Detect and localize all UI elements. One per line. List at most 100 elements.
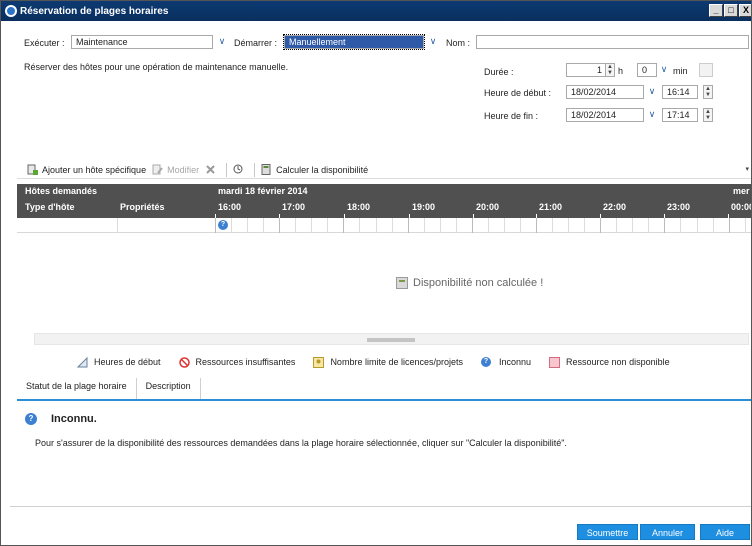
calculate-availability-button[interactable]: Calculer la disponibilité [261, 164, 368, 175]
left-margin [1, 21, 9, 545]
timeslot-divider [697, 218, 698, 233]
legend-unavailable: Ressource non disponible [549, 356, 670, 368]
timeslot-divider [504, 218, 505, 233]
timeslot-divider [311, 218, 312, 233]
hour-divider [279, 218, 280, 233]
hour-divider [729, 218, 730, 233]
toolbar-overflow-icon[interactable]: ▾ [745, 165, 749, 173]
operation-description: Réserver des hôtes pour une opération de… [24, 62, 289, 72]
fin-label: Heure de fin : [484, 111, 539, 121]
edit-icon [152, 164, 163, 175]
timeslot-divider [713, 218, 714, 233]
timeslot-divider [295, 218, 296, 233]
timeslot-divider [632, 218, 633, 233]
unknown-icon: ? [481, 357, 491, 367]
hour-label: 23:00 [667, 202, 691, 212]
demarrer-select[interactable]: Manuellement [283, 34, 425, 50]
unavailable-icon [549, 356, 561, 368]
window-controls: _ □ X [709, 4, 751, 17]
cancel-button[interactable]: Annuler [640, 524, 695, 540]
minutes-unit: min [673, 66, 688, 76]
timeslot-divider [376, 218, 377, 233]
toolbar-separator [226, 162, 228, 177]
grid-header-top: Hôtes demandés mardi 18 février 2014 mer [17, 184, 751, 198]
close-button[interactable]: X [739, 4, 751, 17]
calculator-icon [396, 277, 408, 289]
timeslot-divider [424, 218, 425, 233]
app-icon [5, 5, 17, 17]
timeline-scrollbar[interactable] [34, 333, 749, 345]
timeslot-divider [456, 218, 457, 233]
add-host-button[interactable]: Ajouter un hôte spécifique [27, 164, 146, 175]
debut-date-chevron-down-icon[interactable]: ∨ [646, 85, 658, 99]
maximize-button[interactable]: □ [724, 4, 738, 17]
demarrer-chevron-down-icon[interactable]: ∨ [427, 35, 439, 49]
help-button[interactable]: Aide [700, 524, 750, 540]
delete-button[interactable] [205, 164, 220, 175]
debut-time-stepper[interactable]: ▲ ▼ [703, 85, 713, 99]
timeslot-divider [247, 218, 248, 233]
hours-unit: h [618, 66, 624, 76]
detail-tabs: Statut de la plage horaire Description [17, 378, 751, 401]
hour-label: 19:00 [412, 202, 436, 212]
minutes-chevron-down-icon[interactable]: ∨ [658, 63, 670, 77]
nom-input[interactable] [476, 35, 749, 49]
status-title: Inconnu. [51, 413, 97, 425]
hosts-requested-header: Hôtes demandés [25, 186, 98, 196]
duree-label: Durée : [484, 67, 514, 77]
executer-select[interactable]: Maintenance [71, 35, 213, 49]
legend-license: Nombre limite de licences/projets [313, 356, 463, 368]
submit-button[interactable]: Soumettre [577, 524, 638, 540]
title-bar: Réservation de plages horaires _ □ X [1, 1, 751, 21]
timeslot-divider [392, 218, 393, 233]
timeslot-divider [568, 218, 569, 233]
timeslot-divider [263, 218, 264, 233]
hours-stepper[interactable]: ▲ ▼ [605, 63, 615, 77]
legend-unknown: ? Inconnu [481, 357, 531, 367]
refresh-button[interactable] [233, 164, 248, 175]
properties-column[interactable]: Propriétés [120, 202, 165, 212]
fin-time-stepper[interactable]: ▲ ▼ [703, 108, 713, 122]
legend: Heures de début Ressources insuffisantes… [76, 355, 688, 369]
toolbar-separator-2 [254, 162, 256, 177]
timeslot-divider [440, 218, 441, 233]
modify-label: Modifier [167, 164, 200, 175]
legend-unknown-label: Inconnu [499, 357, 532, 367]
timeslot-divider [680, 218, 681, 233]
start-time-icon [76, 356, 88, 368]
timeslot-divider [359, 218, 360, 233]
minimize-button[interactable]: _ [709, 4, 723, 17]
duree-minutes-select[interactable]: 0 [637, 63, 657, 77]
debut-date-input[interactable]: 18/02/2014 [566, 85, 644, 99]
add-host-label: Ajouter un hôte spécifique [42, 164, 147, 175]
fin-date-input[interactable]: 18/02/2014 [566, 108, 644, 122]
calculator-icon [261, 164, 272, 175]
unknown-status-icon: ? [218, 220, 228, 230]
scrollbar-thumb[interactable] [367, 338, 415, 342]
debut-time-input[interactable]: 16:14 [662, 85, 698, 99]
link-duration-icon[interactable] [699, 63, 713, 77]
timeslot-divider [552, 218, 553, 233]
next-day-header: mer [733, 186, 750, 196]
column-divider [117, 218, 118, 233]
timeslot-divider [488, 218, 489, 233]
debut-label: Heure de début : [484, 88, 552, 98]
license-limit-icon [313, 356, 325, 368]
duree-hours-input[interactable]: 1 [566, 63, 606, 77]
timeslot-divider [745, 218, 746, 233]
empty-message: Disponibilité non calculée ! [413, 277, 544, 289]
hour-divider [408, 218, 409, 233]
add-host-icon [27, 164, 38, 175]
demarrer-label: Démarrer : [234, 38, 278, 48]
legend-insufficient: Ressources insuffisantes [178, 356, 295, 368]
fin-date-chevron-down-icon[interactable]: ∨ [646, 108, 658, 122]
host-type-column[interactable]: Type d'hôte [25, 202, 74, 212]
column-divider [215, 218, 216, 233]
tab-description[interactable]: Description [137, 378, 201, 399]
host-row[interactable]: ? [17, 218, 751, 233]
modify-button[interactable]: Modifier [152, 164, 199, 175]
tab-status[interactable]: Statut de la plage horaire [17, 378, 137, 399]
fin-time-input[interactable]: 17:14 [662, 108, 698, 122]
calculate-availability-label: Calculer la disponibilité [276, 164, 369, 175]
executer-chevron-down-icon[interactable]: ∨ [216, 35, 228, 49]
